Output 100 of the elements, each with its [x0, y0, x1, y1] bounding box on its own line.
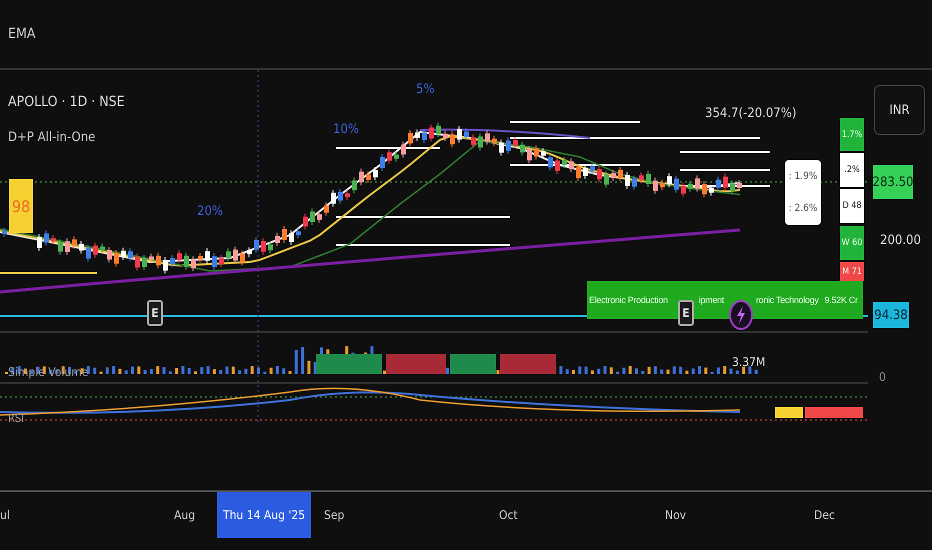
candle	[240, 250, 245, 266]
candle	[72, 236, 77, 250]
candle	[191, 256, 196, 272]
distance-label: : 1.9%	[788, 170, 818, 182]
candle	[289, 230, 294, 246]
candle	[548, 154, 553, 171]
candle	[632, 175, 637, 190]
candle	[457, 126, 462, 144]
candle	[268, 240, 273, 254]
candle	[86, 244, 91, 262]
candle	[723, 173, 728, 192]
time-label: Dec	[814, 507, 835, 524]
candle	[380, 153, 385, 172]
candle	[177, 250, 182, 264]
time-label: ul	[0, 507, 10, 524]
candle	[212, 252, 217, 270]
candle	[282, 226, 287, 244]
candle	[310, 208, 315, 226]
candle	[65, 238, 70, 256]
volume-axis-label: 0	[879, 370, 886, 384]
indicator-name: EMA	[8, 26, 36, 42]
percent-label: 20%	[197, 204, 223, 219]
candle	[37, 234, 42, 252]
candle	[58, 238, 63, 256]
candle	[163, 256, 168, 274]
candle	[366, 170, 371, 184]
candle	[401, 141, 406, 158]
market-cap-text: 9.52K Cr	[824, 295, 858, 305]
symbol-title: APOLLO · 1D · NSE	[8, 94, 125, 110]
candle	[541, 148, 546, 160]
candle	[618, 166, 623, 182]
candle	[681, 182, 686, 198]
candle	[107, 246, 112, 264]
target-label: 354.7(-20.07%)	[705, 106, 796, 121]
candle	[44, 230, 49, 246]
candle	[737, 180, 742, 192]
candle	[702, 180, 707, 198]
rsi-zone-bar	[775, 407, 803, 418]
lightning-icon[interactable]	[729, 300, 753, 330]
candle	[730, 180, 735, 195]
indicator-title: D+P All-in-One	[8, 130, 96, 145]
candle	[415, 129, 420, 142]
candle	[254, 236, 259, 254]
candle	[93, 242, 98, 258]
crosshair-date-label: Thu 14 Aug '25	[217, 492, 312, 538]
candle	[576, 164, 581, 182]
candle	[562, 156, 567, 168]
candle	[373, 166, 378, 181]
candle	[534, 144, 539, 160]
candle	[660, 178, 665, 191]
candle	[261, 238, 266, 256]
candle	[639, 172, 644, 184]
candle	[709, 184, 714, 196]
candle	[135, 253, 140, 272]
candle	[226, 248, 231, 262]
currency-button[interactable]: INR	[874, 85, 925, 135]
candle	[485, 130, 490, 146]
candle	[597, 166, 602, 183]
volume-title: Simple Volume	[8, 365, 88, 379]
candle	[625, 171, 630, 190]
candle	[513, 136, 518, 149]
candle	[688, 180, 693, 192]
candle	[121, 247, 126, 260]
candle	[51, 234, 56, 245]
candle	[653, 177, 658, 194]
candle	[247, 246, 252, 258]
strength-box: 1.7%	[840, 118, 864, 151]
candle	[478, 133, 483, 151]
volume-reading: 3.37M	[732, 355, 766, 369]
candle	[492, 135, 497, 147]
candle	[2, 227, 7, 238]
earnings-marker[interactable]: E	[678, 300, 694, 326]
candle	[450, 130, 455, 148]
candle	[219, 254, 224, 268]
score-badge: 98	[9, 179, 33, 233]
percent-label: 5%	[416, 82, 435, 97]
price-label: 200.00	[880, 233, 921, 248]
candle	[555, 157, 560, 174]
candle	[443, 130, 448, 142]
candle	[114, 249, 119, 268]
candle	[506, 137, 511, 154]
candle	[394, 151, 399, 162]
candle	[646, 170, 651, 188]
candle	[611, 170, 616, 182]
candle	[422, 128, 427, 144]
candle	[184, 252, 189, 270]
candle	[303, 213, 308, 230]
candle	[471, 134, 476, 148]
strength-box: W 60	[840, 226, 864, 260]
earnings-marker[interactable]: E	[147, 300, 163, 326]
candle	[583, 164, 588, 180]
candle	[604, 170, 609, 188]
strength-box: M 71	[840, 262, 864, 281]
candle	[198, 252, 203, 264]
candle	[464, 128, 469, 140]
industry-text: Electronic Production	[589, 295, 668, 305]
candle	[324, 202, 329, 216]
candle	[275, 232, 280, 247]
distance-label: : 2.6%	[788, 203, 818, 214]
candle	[429, 124, 434, 142]
